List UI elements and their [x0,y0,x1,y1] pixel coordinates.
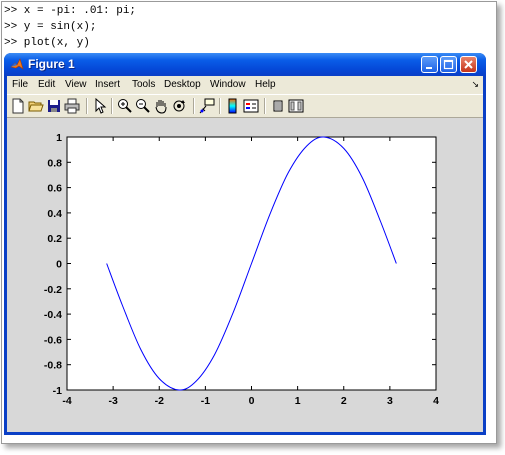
y-tick-label: 0.4 [47,208,62,220]
close-button[interactable] [460,56,477,73]
menu-desktop[interactable]: Desktop [164,79,201,90]
y-tick-label: -0.2 [44,284,62,296]
maximize-button[interactable] [440,56,457,73]
close-icon [464,60,473,69]
hide-plot-tools-icon[interactable] [270,98,286,114]
y-tick-label: 0 [56,259,62,271]
save-icon[interactable] [46,98,62,114]
toolbar-separator [193,98,195,114]
dock-arrow-icon[interactable]: ↘ [471,79,479,90]
x-tick-labels: -4 -3 -2 -1 0 1 2 3 4 [62,395,439,407]
y-tick-label: -0.4 [44,309,62,321]
y-tick-label: -1 [53,385,62,397]
menu-help[interactable]: Help [255,79,276,90]
open-file-icon[interactable] [28,98,44,114]
zoom-out-icon[interactable] [135,98,151,114]
show-plot-tools-icon[interactable] [288,98,304,114]
figure-toolbar [7,94,483,118]
x-tick-label: -1 [201,395,210,407]
menu-view[interactable]: View [65,79,87,90]
x-tick-label: 2 [341,395,347,407]
toolbar-separator [86,98,88,114]
menu-insert[interactable]: Insert [95,79,120,90]
x-tick-label: -2 [155,395,164,407]
x-tick-label: 1 [295,395,301,407]
x-tick-label: 4 [433,395,439,407]
window-title: Figure 1 [28,57,75,71]
x-tick-label: 0 [249,395,255,407]
figure-canvas[interactable]: -4 -3 -2 -1 0 1 2 3 4 -1 -0.8 -0.6 -0.4 -0.2 0 0.2 0.4 0… [7,118,483,432]
minimize-icon [426,67,432,69]
y-tick-label: 0.2 [47,233,62,245]
x-tick-label: -3 [108,395,117,407]
x-tick-label: 3 [387,395,393,407]
matlab-logo-icon [10,58,24,70]
maximize-icon [443,59,454,70]
menu-file[interactable]: File [12,79,28,90]
toolbar-separator [264,98,266,114]
zoom-in-icon[interactable] [117,98,133,114]
menu-edit[interactable]: Edit [38,79,55,90]
y-tick-label: 0.8 [47,157,62,169]
y-tick-label: 0.6 [47,183,62,195]
pan-hand-icon[interactable] [153,98,169,114]
command-line-1: >> x = -pi: .01: pi; [4,5,137,17]
menu-window[interactable]: Window [210,79,246,90]
toolbar-separator [111,98,113,114]
toolbar-separator [219,98,221,114]
window-client: File Edit View Insert Tools Desktop Wind… [7,76,483,432]
title-bar[interactable]: Figure 1 [4,53,486,76]
data-cursor-icon[interactable] [199,98,215,114]
menu-tools[interactable]: Tools [132,79,155,90]
y-tick-label: -0.6 [44,334,62,346]
rotate-3d-icon[interactable] [171,98,187,114]
print-icon[interactable] [64,98,80,114]
y-tick-labels: -1 -0.8 -0.6 -0.4 -0.2 0 0.2 0.4 0.6 0.8 1 [44,132,62,397]
insert-colorbar-icon[interactable] [225,98,241,114]
minimize-button[interactable] [421,56,438,73]
sine-plot: -4 -3 -2 -1 0 1 2 3 4 -1 -0.8 -0.6 -0.4 -0.2 0 0.2 0.4 0… [44,132,439,407]
command-line-2: >> y = sin(x); [4,21,97,33]
y-tick-label: 1 [56,132,62,144]
x-tick-label: -4 [62,395,71,407]
menu-bar: File Edit View Insert Tools Desktop Wind… [7,76,483,93]
command-line-3: >> plot(x, y) [4,37,90,49]
new-figure-icon[interactable] [10,98,26,114]
edit-plot-arrow-icon[interactable] [92,98,108,114]
y-tick-label: -0.8 [44,360,62,372]
figure-window: Figure 1 File Edit View Insert Tools Des… [4,53,486,435]
insert-legend-icon[interactable] [243,98,259,114]
